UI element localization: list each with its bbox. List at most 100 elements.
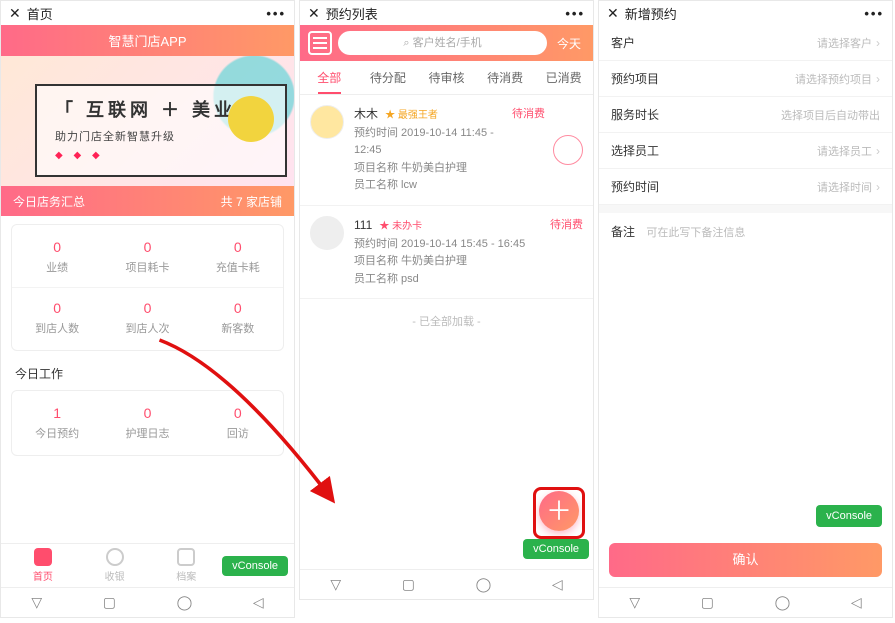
list-end: - 已全部加载 -	[300, 299, 593, 343]
form-row[interactable]: 客户 请选择客户 ›	[599, 25, 892, 61]
stat-item[interactable]: 0 业绩	[12, 233, 102, 281]
nav-menu[interactable]: ▽	[31, 594, 42, 611]
stat-item[interactable]: 0 护理日志	[102, 399, 192, 447]
stat-item[interactable]: 1 今日预约	[12, 399, 102, 447]
stat-value: 1	[12, 405, 102, 421]
nav-back[interactable]: ◁	[552, 576, 563, 593]
tabbar: 首页 收银 档案 vConsole	[1, 543, 294, 587]
more-icon[interactable]: •••	[864, 6, 884, 21]
list-icon[interactable]	[308, 31, 332, 55]
nav-home[interactable]: ◯	[177, 594, 193, 611]
form-label: 选择员工	[611, 142, 671, 159]
form-value: 请选择客户	[817, 35, 872, 51]
tab-home-label: 首页	[33, 572, 53, 583]
appointment-item[interactable]: 111 未办卡 预约时间 2019-10-14 15:45 - 16:45 项目…	[300, 206, 593, 299]
note-placeholder: 可在此写下备注信息	[646, 227, 745, 239]
form-value: 选择项目后自动带出	[781, 107, 880, 123]
search-input[interactable]: ⌕ 客户姓名/手机	[338, 31, 547, 55]
nav-back[interactable]: ◁	[851, 594, 862, 611]
stat-item[interactable]: 0 充值卡耗	[193, 233, 283, 281]
form-row[interactable]: 选择员工 请选择员工 ›	[599, 133, 892, 169]
highlight-box	[533, 487, 585, 539]
stat-label: 今日预约	[12, 425, 102, 441]
appt-employee: 员工名称 lcw	[354, 177, 512, 195]
today-button[interactable]: 今天	[553, 35, 585, 52]
stat-item[interactable]: 0 回访	[193, 399, 283, 447]
nav-recent[interactable]: ▢	[402, 576, 415, 593]
stat-item[interactable]: 0 到店人数	[12, 294, 102, 342]
search-icon: ⌕	[403, 37, 409, 49]
customer-name: 木木	[354, 107, 378, 121]
nav-menu[interactable]: ▽	[330, 576, 341, 593]
appt-project: 项目名称 牛奶美白护理	[354, 160, 512, 178]
filter-tab[interactable]: 待消费	[476, 61, 535, 94]
search-bar: ⌕ 客户姓名/手机 今天	[300, 25, 593, 61]
titlebar: ✕ 预约列表 •••	[300, 1, 593, 25]
scan-icon[interactable]: ⵹	[553, 135, 583, 165]
store-count[interactable]: 共 7 家店铺	[221, 193, 282, 210]
titlebar: ✕ 首页 •••	[1, 1, 294, 25]
form-label: 客户	[611, 34, 671, 51]
close-icon[interactable]: ✕	[607, 5, 619, 22]
stat-item[interactable]: 0 新客数	[193, 294, 283, 342]
today-work-title: 今日工作	[15, 365, 280, 382]
form-value: 请选择员工	[817, 143, 872, 159]
android-nav: ▽ ▢ ◯ ◁	[599, 587, 892, 617]
home-icon	[34, 548, 52, 566]
avatar	[310, 105, 344, 139]
close-icon[interactable]: ✕	[308, 5, 320, 22]
form-row[interactable]: 服务时长 选择项目后自动带出	[599, 97, 892, 133]
confirm-button[interactable]: 确认	[609, 543, 882, 577]
tab-cash[interactable]: 收银	[79, 548, 151, 583]
stat-value: 0	[102, 405, 192, 421]
appt-time: 预约时间 2019-10-14 15:45 - 16:45	[354, 236, 550, 254]
tab-file[interactable]: 档案	[150, 548, 222, 583]
avatar	[310, 216, 344, 250]
stat-item[interactable]: 0 到店人次	[102, 294, 192, 342]
page-title: 首页	[27, 4, 53, 23]
form-row[interactable]: 预约项目 请选择预约项目 ›	[599, 61, 892, 97]
tab-home[interactable]: 首页	[7, 548, 79, 583]
search-placeholder: 客户姓名/手机	[413, 37, 482, 49]
nav-menu[interactable]: ▽	[629, 594, 640, 611]
filter-tab[interactable]: 待分配	[359, 61, 418, 94]
appt-project: 项目名称 牛奶美白护理	[354, 253, 550, 271]
chevron-right-icon: ›	[876, 144, 880, 158]
form-value: 请选择预约项目	[795, 71, 872, 87]
more-icon[interactable]: •••	[266, 6, 286, 21]
form-label: 服务时长	[611, 106, 671, 123]
page-title: 预约列表	[326, 4, 378, 23]
filter-tab[interactable]: 待审核	[417, 61, 476, 94]
note-row[interactable]: 备注 可在此写下备注信息	[599, 213, 892, 250]
form-row[interactable]: 预约时间 请选择时间 ›	[599, 169, 892, 205]
vconsole-button[interactable]: vConsole	[523, 539, 589, 559]
filter-tab[interactable]: 全部	[300, 61, 359, 94]
nav-back[interactable]: ◁	[253, 594, 264, 611]
tab-cash-label: 收银	[105, 572, 125, 583]
vconsole-button[interactable]: vConsole	[222, 556, 288, 576]
stats-card-1: 0 业绩 0 项目耗卡 0 充值卡耗 0 到店人数 0 到店人次 0 新客数	[11, 224, 284, 351]
filter-tab[interactable]: 已消费	[534, 61, 593, 94]
stat-item[interactable]: 0 项目耗卡	[102, 233, 192, 281]
stat-value: 0	[193, 300, 283, 316]
android-nav: ▽ ▢ ◯ ◁	[300, 569, 593, 599]
nav-home[interactable]: ◯	[476, 576, 492, 593]
appointment-item[interactable]: 木木 最强王者 预约时间 2019-10-14 11:45 - 12:45 项目…	[300, 95, 593, 206]
stat-label: 充值卡耗	[193, 259, 283, 275]
more-icon[interactable]: •••	[565, 6, 585, 21]
nav-home[interactable]: ◯	[775, 594, 791, 611]
app-header: 智慧门店APP	[1, 25, 294, 56]
stats-card-2: 1 今日预约 0 护理日志 0 回访	[11, 390, 284, 456]
nav-recent[interactable]: ▢	[701, 594, 714, 611]
banner-title: 「 互联网 ＋ 美业 」	[55, 96, 267, 122]
stat-value: 0	[193, 239, 283, 255]
tab-file-label: 档案	[176, 572, 196, 583]
vconsole-button[interactable]: vConsole	[816, 505, 882, 527]
chevron-right-icon: ›	[876, 72, 880, 86]
close-icon[interactable]: ✕	[9, 5, 21, 22]
nav-recent[interactable]: ▢	[103, 594, 116, 611]
stat-label: 到店人次	[102, 320, 192, 336]
form-label: 预约项目	[611, 70, 671, 87]
stat-value: 0	[12, 300, 102, 316]
stat-label: 回访	[193, 425, 283, 441]
